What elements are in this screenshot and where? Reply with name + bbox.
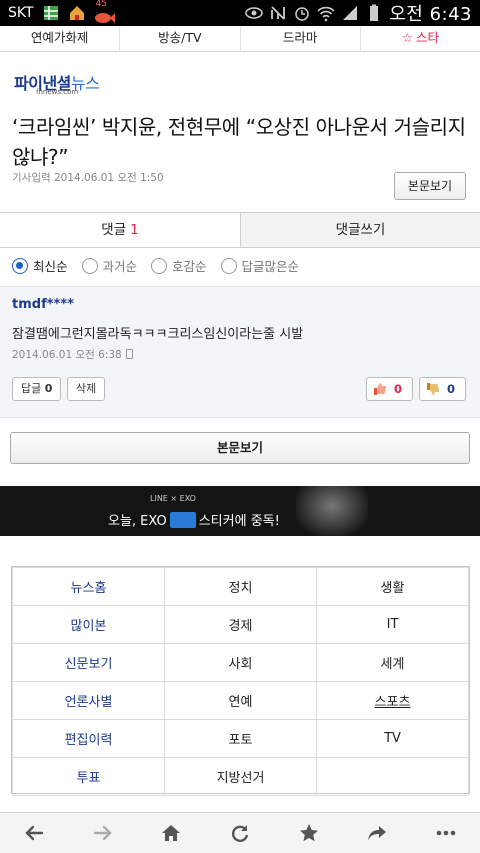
article-meta: 기사입력 2014.06.01 오전 1:50	[12, 172, 164, 184]
status-bar: SKT 45 오전 6:43	[0, 0, 480, 26]
share-button[interactable]	[343, 813, 412, 853]
refresh-icon	[231, 825, 249, 842]
back-icon	[25, 825, 44, 841]
thumbs-down-icon	[427, 383, 440, 395]
clock: 오전 6:43	[389, 4, 472, 25]
dislike-button[interactable]: 0	[419, 377, 466, 401]
ad-message: 오늘, EXO 스티커에 중독!	[108, 512, 280, 529]
category-tabs: 연예가화제 방송/TV 드라마 ☆ 스타	[0, 26, 480, 52]
menu-photo[interactable]: 포토	[164, 719, 317, 758]
menu-edit-history[interactable]: 편집이력	[12, 719, 165, 758]
bookmark-button[interactable]	[274, 813, 343, 853]
comment-user[interactable]: tmdf****	[12, 297, 74, 312]
menu-local-election[interactable]: 지방선거	[164, 757, 317, 796]
menu-empty	[316, 757, 469, 796]
reply-button[interactable]: 답글 0	[12, 377, 62, 401]
tab-entertainment-news[interactable]: 연예가화제	[0, 26, 121, 51]
comment-date: 2014.06.01 오전 6:38	[12, 347, 133, 362]
sort-options: 최신순 과거순 호감순 답글많은순	[12, 256, 299, 275]
view-article-button[interactable]: 본문보기	[10, 432, 470, 464]
wifi-icon	[317, 6, 335, 22]
menu-most-viewed[interactable]: 많이본	[12, 605, 165, 644]
menu-sports[interactable]: 스포츠	[316, 681, 469, 720]
refresh-button[interactable]	[206, 813, 275, 853]
forward-button[interactable]	[69, 813, 138, 853]
ad-brand: LINE × EXO	[150, 494, 196, 503]
radio	[220, 257, 237, 274]
share-icon	[368, 826, 387, 840]
menu-entertainment[interactable]: 연예	[164, 681, 317, 720]
delete-button[interactable]: 삭제	[67, 377, 106, 401]
back-button[interactable]	[0, 813, 69, 853]
browser-bottom-nav	[0, 812, 480, 853]
sort-liked[interactable]: 호감순	[151, 256, 207, 275]
more-button[interactable]	[411, 813, 480, 853]
home-button[interactable]	[137, 813, 206, 853]
eye-icon	[245, 7, 263, 19]
menu-economy[interactable]: 경제	[164, 605, 317, 644]
tab-drama[interactable]: 드라마	[241, 26, 361, 51]
menu-vote[interactable]: 투표	[12, 757, 165, 796]
no-signal-icon	[271, 6, 286, 20]
like-button[interactable]: 0	[366, 377, 413, 401]
comment-item: tmdf**** 잠결땜에그런지몰라독ㅋㅋㅋ크리스임신이라는줄 시발 2014.…	[0, 286, 480, 418]
menu-life[interactable]: 생활	[316, 567, 469, 606]
sort-latest[interactable]: 최신순	[12, 256, 68, 275]
tab-write-comment[interactable]: 댓글쓰기	[241, 213, 480, 247]
tab-broadcast-tv[interactable]: 방송/TV	[120, 26, 241, 51]
view-article-top-button[interactable]: 본문보기	[394, 172, 466, 200]
ad-photo	[296, 486, 368, 536]
radio	[81, 257, 98, 274]
menu-it[interactable]: IT	[316, 605, 469, 644]
menu-news-home[interactable]: 뉴스홈	[12, 567, 165, 606]
star-icon: ☆	[401, 30, 413, 45]
comment-count: 1	[130, 222, 139, 238]
section-menu-grid: 뉴스홈 정치 생활 많이본 경제 IT 신문보기 사회 세계 언론사별 연예 스…	[11, 566, 470, 796]
more-icon	[436, 830, 456, 836]
ad-banner[interactable]: LINE × EXO 오늘, EXO 스티커에 중독!	[0, 486, 480, 536]
tab-comments[interactable]: 댓글 1	[0, 213, 241, 247]
bookmark-icon	[299, 824, 318, 842]
home-app-icon	[69, 6, 84, 20]
menu-tv[interactable]: TV	[316, 719, 469, 758]
sort-oldest[interactable]: 과거순	[81, 256, 137, 275]
comment-tabs: 댓글 1 댓글쓰기	[0, 212, 480, 248]
cell-signal-icon	[343, 6, 358, 20]
tab-star[interactable]: ☆ 스타	[361, 26, 480, 51]
site-logo[interactable]: 파이낸셜뉴스 fnnews.com	[14, 70, 124, 100]
sticker-icon	[169, 512, 196, 528]
article-title: ‘크라임씬’ 박지윤, 전현무에 “오상진 아나운서 거슬리지 않냐?”	[12, 115, 466, 169]
thumbs-up-icon	[374, 383, 387, 395]
sort-most-replies[interactable]: 답글많은순	[220, 256, 299, 275]
notification-fish-icon: 45	[94, 0, 116, 23]
comment-text: 잠결땜에그런지몰라독ㅋㅋㅋ크리스임신이라는줄 시발	[12, 327, 304, 342]
forward-icon	[93, 825, 112, 841]
alarm-icon	[295, 7, 309, 21]
menu-society[interactable]: 사회	[164, 643, 317, 682]
radio-selected	[12, 257, 28, 274]
battery-icon	[370, 4, 379, 21]
menu-newspaper[interactable]: 신문보기	[12, 643, 165, 682]
carrier-label: SKT	[8, 5, 34, 21]
sheet-icon	[43, 6, 58, 20]
menu-world[interactable]: 세계	[316, 643, 469, 682]
menu-politics[interactable]: 정치	[164, 567, 317, 606]
menu-by-press[interactable]: 언론사별	[12, 681, 165, 720]
mobile-icon	[125, 349, 133, 359]
home-icon	[162, 825, 181, 841]
radio	[151, 257, 168, 274]
